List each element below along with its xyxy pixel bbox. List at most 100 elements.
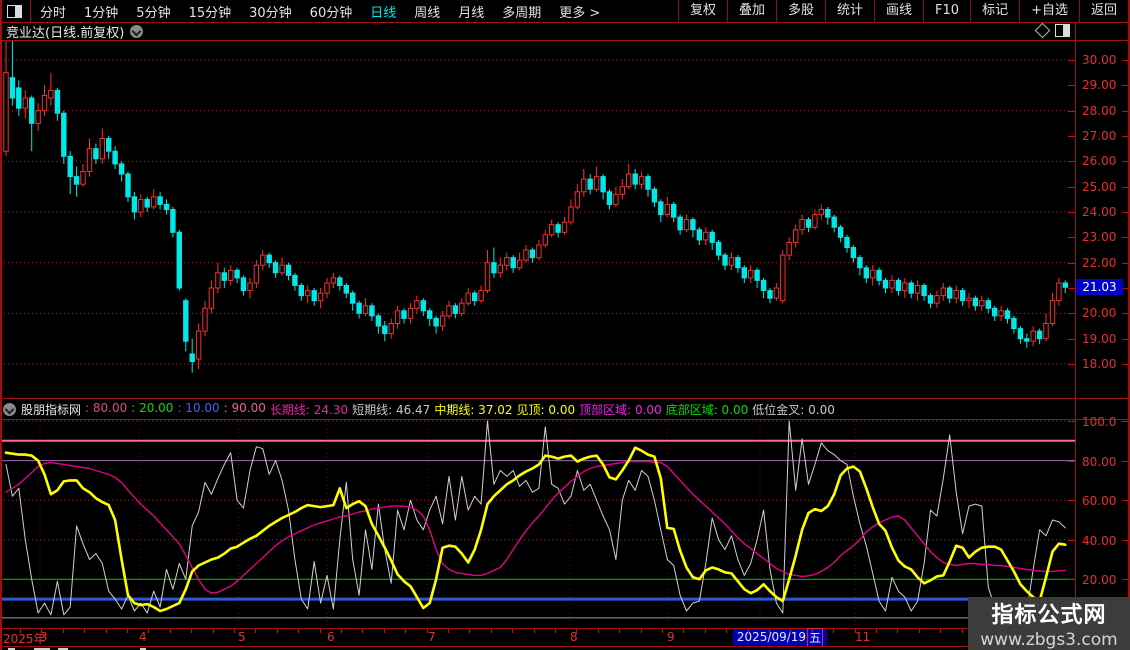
layout-split-icon[interactable] [7, 5, 22, 18]
period-item-15分钟[interactable]: 15分钟 [180, 2, 241, 21]
watermark-url: www.zbgs3.com [980, 630, 1117, 650]
date-tick [555, 629, 556, 633]
date-tick [641, 629, 642, 633]
date-tick [598, 629, 599, 633]
month-label-9: 9 [667, 630, 675, 644]
period-item-周线[interactable]: 周线 [405, 2, 449, 21]
toolbar-item-多股[interactable]: 多股 [776, 0, 825, 22]
date-tick [469, 629, 470, 633]
date-tick [405, 629, 406, 633]
month-label-5: 5 [238, 630, 246, 644]
date-tick [191, 629, 192, 633]
date-tick [213, 629, 214, 633]
indicator-header-segment: : 20.00 [131, 401, 173, 418]
date-tick [726, 629, 727, 633]
date-tick [619, 629, 620, 633]
price-axis-label: 24.00 [1082, 205, 1116, 219]
period-item-1分钟[interactable]: 1分钟 [75, 2, 127, 21]
date-tick [384, 629, 385, 633]
toolbar-item-叠加[interactable]: 叠加 [727, 0, 776, 22]
period-item-60分钟[interactable]: 60分钟 [301, 2, 362, 21]
toolbar-item-统计[interactable]: 统计 [825, 0, 874, 22]
indicator-axis-label: 100.0 [1082, 415, 1116, 429]
price-axis-label: 26.00 [1082, 154, 1116, 168]
date-tick [298, 629, 299, 633]
axis-left-border [1075, 23, 1076, 646]
indicator-axis-label: 80.00 [1082, 455, 1116, 469]
period-item-日线[interactable]: 日线 [361, 2, 405, 21]
price-axis-label: 29.00 [1082, 78, 1116, 92]
date-tick [84, 629, 85, 633]
date-tick [106, 629, 107, 633]
date-tick [427, 629, 428, 633]
price-axis-label: 25.00 [1082, 180, 1116, 194]
period-item-5分钟[interactable]: 5分钟 [127, 2, 179, 21]
window-left-border [0, 0, 2, 650]
toolbar-item-F10[interactable]: F10 [923, 0, 970, 22]
month-label-4: 4 [139, 630, 147, 644]
top-menu-bar: 分时1分钟5分钟15分钟30分钟60分钟日线周线月线多周期更多 > 复权叠加多股… [0, 0, 1130, 22]
price-axis-label: 28.00 [1082, 104, 1116, 118]
current-price-tag: 21.03 [1076, 279, 1123, 295]
date-tick [234, 629, 235, 633]
period-menu: 分时1分钟5分钟15分钟30分钟60分钟日线周线月线多周期更多 > [31, 0, 609, 22]
date-tick [790, 629, 791, 633]
date-tick [20, 629, 21, 633]
date-tick [962, 629, 963, 633]
indicator-header-segment: 短期线: 46.47 [352, 401, 430, 418]
date-tick [576, 629, 577, 633]
date-tick [170, 629, 171, 633]
price-axis-label: 23.00 [1082, 230, 1116, 244]
date-tick [127, 629, 128, 633]
period-item-分时[interactable]: 分时 [31, 2, 75, 21]
price-axis-label: 20.00 [1082, 306, 1116, 320]
date-tick [662, 629, 663, 633]
date-tick [940, 629, 941, 633]
app-window: 分时1分钟5分钟15分钟30分钟60分钟日线周线月线多周期更多 > 复权叠加多股… [0, 0, 1130, 650]
indicator-header-segment: 低位金叉: 0.00 [752, 401, 835, 418]
date-tick [833, 629, 834, 633]
date-tick [876, 629, 877, 633]
date-tick [341, 629, 342, 633]
date-tick [255, 629, 256, 633]
date-tick [362, 629, 363, 633]
month-label-11: 11 [855, 630, 870, 644]
indicator-values: 股朋指标网: 80.00: 20.00: 10.00: 90.00长期线: 24… [21, 401, 839, 418]
indicator-header-segment: 中期线: 37.02 [434, 401, 512, 418]
date-tick [855, 629, 856, 633]
stock-title: 竞业达(日线.前复权) [6, 22, 124, 41]
date-tick [320, 629, 321, 633]
indicator-pane-border [0, 398, 1130, 399]
period-item-多周期[interactable]: 多周期 [493, 2, 550, 21]
toolbar-item-画线[interactable]: 画线 [874, 0, 923, 22]
toolbar-item-标记[interactable]: 标记 [970, 0, 1019, 22]
period-item-更多 >[interactable]: 更多 > [550, 2, 609, 21]
indicator-header-segment: : 90.00 [224, 401, 266, 418]
collapse-indicator-icon[interactable] [3, 403, 16, 416]
price-axis-label: 27.00 [1082, 129, 1116, 143]
date-axis[interactable]: 2025年 2025/09/19五 345678911 [0, 629, 1130, 646]
month-label-7: 7 [428, 630, 436, 644]
date-tick [705, 629, 706, 633]
date-tick [63, 629, 64, 633]
date-tick [683, 629, 684, 633]
month-label-6: 6 [327, 630, 335, 644]
diamond-icon[interactable] [1035, 23, 1051, 39]
period-item-30分钟[interactable]: 30分钟 [240, 2, 301, 21]
panel-layout-icon[interactable] [1055, 24, 1070, 37]
toolbar-menu: 复权叠加多股统计画线F10标记+自选返回 [678, 0, 1128, 22]
indicator-header-segment: 长期线: 24.30 [270, 401, 348, 418]
period-item-月线[interactable]: 月线 [449, 2, 493, 21]
toolbar-item-返回[interactable]: 返回 [1079, 0, 1128, 22]
toolbar-item-+自选[interactable]: +自选 [1019, 0, 1079, 22]
date-tick [277, 629, 278, 633]
toolbar-item-复权[interactable]: 复权 [678, 0, 727, 22]
title-bar: 竞业达(日线.前复权) [0, 23, 1130, 40]
watermark: 指标公式网 www.zbgs3.com [968, 597, 1130, 650]
date-tick [534, 629, 535, 633]
indicator-axis-label: 20.00 [1082, 573, 1116, 587]
indicator-header-segment: 见顶: 0.00 [517, 401, 576, 418]
date-tick [448, 629, 449, 633]
indicator-header-segment: 顶部区域: 0.00 [579, 401, 662, 418]
chevron-down-icon[interactable] [130, 25, 143, 38]
